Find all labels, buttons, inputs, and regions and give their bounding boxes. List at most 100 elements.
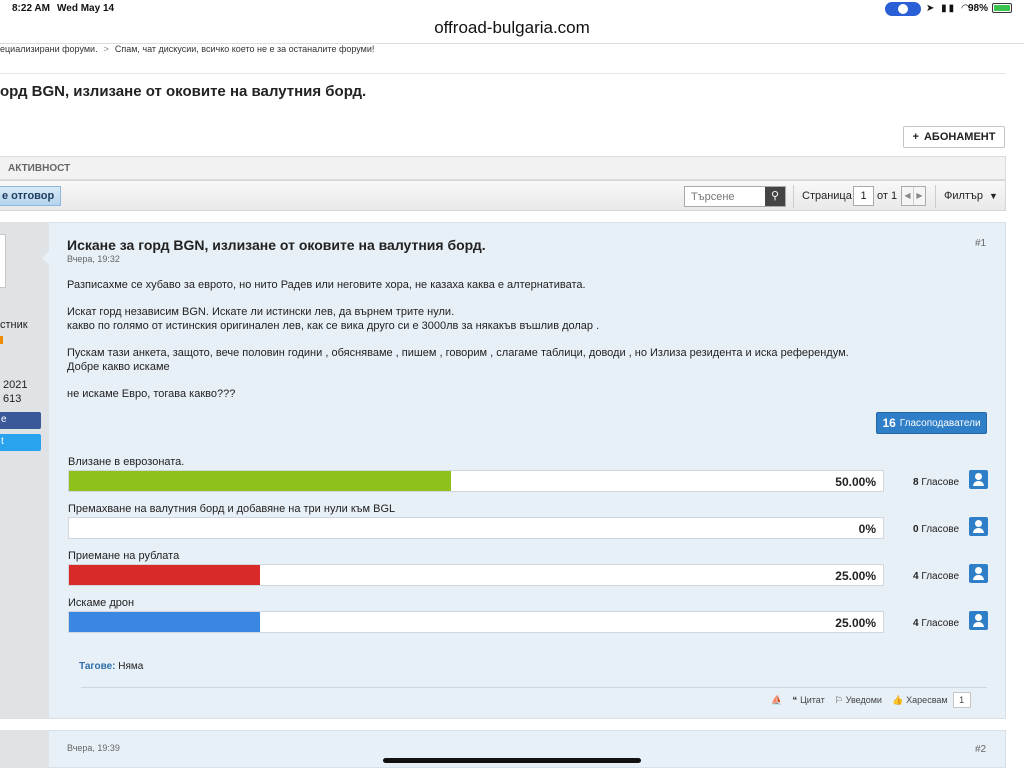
avatar[interactable] [0, 234, 6, 288]
poll-votes-count: 4 [913, 571, 919, 582]
poll-votes-label: Гласове [921, 571, 960, 582]
prev-page-icon[interactable]: ◀ [902, 187, 913, 205]
like-label: Харесвам [906, 695, 948, 705]
breadcrumb-item-forums[interactable]: ециализирани форуми. [0, 44, 98, 54]
status-time: 8:22 AM [12, 3, 50, 14]
signal-wifi-icon: ➤ ▮▮ ◠ [926, 3, 972, 14]
post-body-line: Пускам тази анкета, защото, вече половин… [67, 346, 849, 359]
poll-votes-label: Гласове [921, 618, 960, 629]
breadcrumb-separator: > [103, 44, 109, 54]
quote-label: Цитат [800, 695, 825, 705]
like-count: 1 [952, 692, 971, 708]
poll-option-label: Искаме дрон [68, 597, 135, 609]
voter-list-icon[interactable] [969, 564, 988, 583]
user-joined: 2021 [3, 379, 28, 391]
chevron-down-icon: ▼ [989, 191, 998, 201]
poll-votes-count: 4 [913, 618, 919, 629]
poll-bar: 50.00% [68, 470, 884, 492]
poll-votes-label: Гласове [921, 477, 960, 488]
tags-value: Няма [118, 661, 144, 672]
poll-percent: 25.00% [835, 569, 876, 583]
plus-icon: + [912, 131, 919, 143]
poll-bar-fill [69, 565, 260, 585]
page-label: Страница [802, 190, 852, 202]
thumbs-up-icon: 👍 [891, 694, 904, 705]
toolbar-divider [793, 185, 794, 208]
user-rank: стник [0, 319, 28, 331]
voter-list-icon[interactable] [969, 470, 988, 489]
tab-activity[interactable]: АКТИВНОСТ [0, 156, 1006, 180]
breadcrumb: ециализирани форуми. > Спам, чат дискусии,… [0, 44, 374, 56]
next-page-icon[interactable]: ▶ [913, 187, 925, 205]
post-body-line [67, 293, 987, 307]
post-actions: ⛵ ❝ Цитат ⚐ Уведоми 👍 Харесвам 1 [771, 691, 971, 709]
right-margin [1006, 44, 1024, 768]
post-body-line: Добре какво искаме [67, 360, 170, 373]
quote-button[interactable]: ❝ Цитат [792, 695, 824, 706]
post-title: Искане за горд BGN, излизане от оковите … [67, 237, 486, 253]
subscribe-button[interactable]: + АБОНАМЕНТ [903, 126, 1005, 148]
battery-percent: 98% [968, 3, 989, 14]
poll-votes: 0 Гласове [913, 524, 959, 535]
flag-icon: ⚐ [834, 694, 843, 705]
voter-list-icon[interactable] [969, 611, 988, 630]
thread-toolbar: е отговор ⚲ Страница 1 от 1 ◀ ▶ Филтър ▼ [0, 180, 1006, 211]
post-number[interactable]: #1 [975, 238, 986, 249]
poll-bar: 25.00% [68, 611, 884, 633]
user-info-pane-2 [0, 730, 49, 768]
home-indicator[interactable] [383, 758, 641, 763]
divider [0, 73, 1006, 74]
twitter-button[interactable]: t [0, 434, 41, 451]
filter-label: Филтър [944, 190, 983, 202]
battery-icon [992, 3, 1012, 13]
share-icon: ⛵ [771, 694, 783, 705]
post-date: Вчера, 19:32 [67, 254, 120, 264]
pager-arrows: ◀ ▶ [901, 186, 926, 206]
tags-line: Тагове: Няма [79, 661, 143, 672]
facebook-button[interactable]: e [0, 412, 41, 429]
post-body-line: Искат горд независим BGN. Искате ли исти… [67, 306, 455, 319]
poll-votes: 4 Гласове [913, 571, 959, 582]
poll-percent: 50.00% [835, 475, 876, 489]
filter-dropdown[interactable]: Филтър ▼ [944, 190, 998, 202]
page-number-input[interactable]: 1 [853, 186, 874, 206]
quote-icon: ❝ [792, 694, 798, 705]
poll-bar-fill [69, 471, 451, 491]
url-text: offroad-bulgaria.com [434, 18, 590, 37]
post-body-line: какво по голямо от истинския оригинален … [67, 319, 600, 332]
tab-activity-label: АКТИВНОСТ [8, 163, 71, 174]
poll-bar: 0% [68, 517, 884, 539]
post-1: Искане за горд BGN, излизане от оковите … [49, 222, 1006, 719]
poll-option-label: Приемане на рублата [68, 550, 180, 562]
page-total: от 1 [877, 190, 898, 202]
tags-label: Тагове: [79, 661, 116, 672]
post-body-line: не искаме Евро, тогава какво??? [67, 387, 236, 400]
poll-percent: 0% [858, 522, 876, 536]
share-button[interactable]: ⛵ [771, 695, 782, 706]
poll-votes: 4 Гласове [913, 618, 959, 629]
breadcrumb-item-spam[interactable]: Спам, чат дискусии, всичко което не е за… [115, 44, 375, 54]
user-info-pane: стник 2021 613 e t [0, 222, 49, 719]
like-button[interactable]: 👍 Харесвам 1 [892, 692, 971, 708]
url-bar[interactable]: offroad-bulgaria.com [0, 14, 1024, 44]
reply-button[interactable]: е отговор [0, 186, 61, 206]
post-number[interactable]: #2 [975, 744, 986, 755]
poll-bar: 25.00% [68, 564, 884, 586]
poll-votes: 8 Гласове [913, 477, 959, 488]
post-date: Вчера, 19:39 [67, 743, 120, 753]
post-body: Разписахме се хубаво за еврото, но нито … [67, 279, 987, 401]
rank-bar [0, 336, 3, 344]
notify-label: Уведоми [845, 695, 882, 705]
notify-button[interactable]: ⚐ Уведоми [835, 695, 882, 706]
subscribe-label: АБОНАМЕНТ [923, 131, 996, 143]
search-input[interactable] [685, 187, 765, 206]
post-divider [81, 687, 987, 688]
voters-button[interactable]: 16 Гласоподаватели [876, 412, 987, 434]
voter-list-icon[interactable] [969, 517, 988, 536]
voters-count: 16 [882, 416, 896, 430]
post-body-line: Разписахме се хубаво за еврото, но нито … [67, 279, 586, 291]
search-box: ⚲ [684, 186, 786, 207]
search-icon[interactable]: ⚲ [765, 187, 785, 206]
poll-votes-count: 8 [913, 477, 919, 488]
user-posts: 613 [3, 393, 22, 405]
